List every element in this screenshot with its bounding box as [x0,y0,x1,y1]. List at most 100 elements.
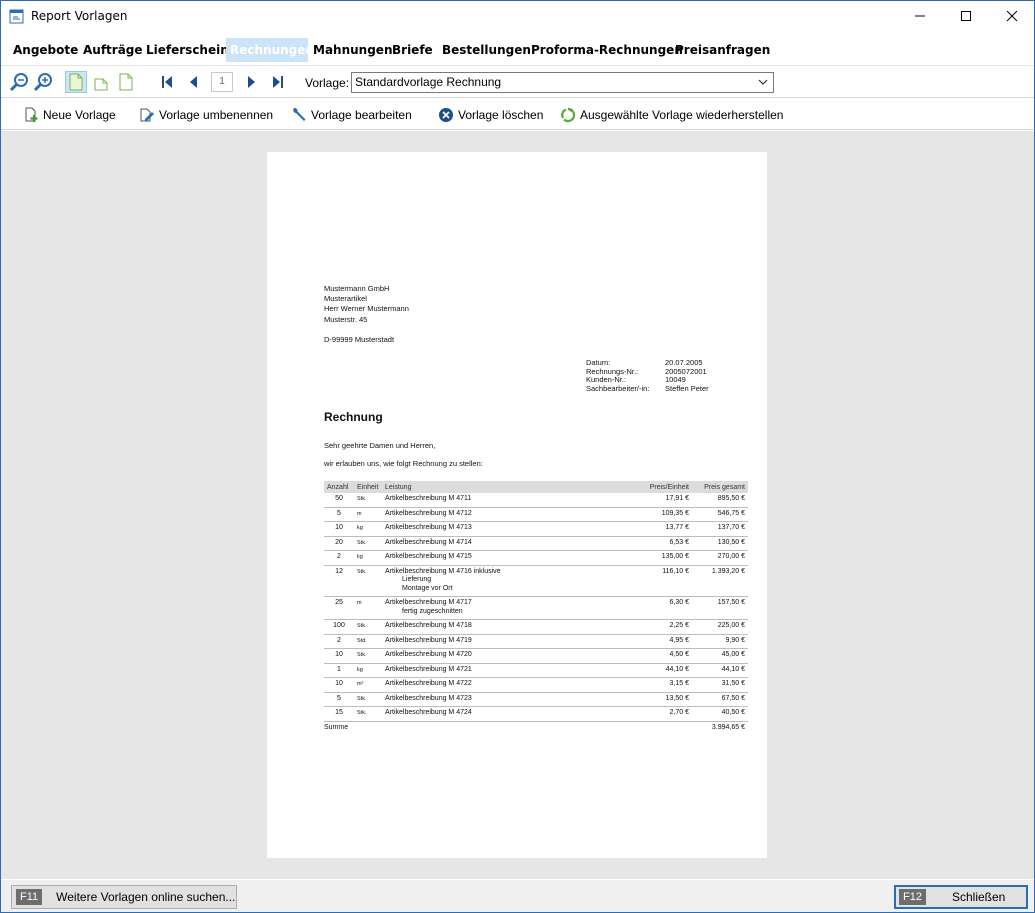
tab-mahnungen[interactable]: Mahnungen [309,38,396,62]
previous-page-button[interactable] [182,71,204,93]
item-total: 1.393,20 € [692,565,748,597]
item-qty: 20 [324,536,354,551]
minimize-button[interactable] [897,1,943,31]
zoom-out-button[interactable] [8,71,30,93]
delete-template-button[interactable]: Vorlage löschen [438,106,543,124]
rename-template-button[interactable]: Vorlage umbenennen [139,106,273,124]
last-page-button[interactable] [267,71,289,93]
close-label: Schließen [951,890,1006,904]
item-total: 67,50 € [692,692,748,707]
item-desc-line: Artikelbeschreibung M 4717 [385,599,472,606]
page-width-view-button[interactable] [115,71,137,93]
greeting: Sehr geehrte Damen und Herren, [324,441,436,450]
item-qty: 5 [324,692,354,707]
address-city: D-99999 Musterstadt [324,335,395,344]
f12-key-badge: F12 [899,889,926,905]
item-desc-line: Artikelbeschreibung M 4713 [385,524,472,531]
rename-icon [140,108,154,122]
table-row: 5 Stk. Artikelbeschreibung M 4723 13,50 €67… [324,692,748,707]
item-desc-line: Artikelbeschreibung M 4720 [385,651,472,658]
item-total: 130,50 € [692,536,748,551]
item-desc-line: Artikelbeschreibung M 4723 [385,694,472,702]
item-total: 45,00 € [692,648,748,664]
edit-template-label: Vorlage bearbeiten [311,108,412,122]
header-unit: Einheit [354,481,382,493]
item-price: 109,35 € [638,507,692,522]
close-window-button[interactable] [989,1,1034,31]
table-row: 20 Stk. Artikelbeschreibung M 4714 6,53 €13… [324,536,748,551]
table-row: 15 Stk. Artikelbeschreibung M 4724 2,70 €40… [324,706,748,722]
search-online-label: Weitere Vorlagen online suchen... [56,890,236,904]
table-row: 2 Std. Artikelbeschreibung M 4719 4,95 €9,9… [324,634,748,649]
header-total: Preis gesamt [692,481,748,493]
new-document-icon [25,107,38,122]
item-desc: Artikelbeschreibung M 4716 inklusive Lief… [382,565,638,597]
single-page-view-button[interactable] [65,71,87,93]
item-price: 13,77 € [638,521,692,537]
intro-text: wir erlauben uns, wie folgt Rechnung zu … [324,459,483,468]
item-total: 31,50 € [692,677,748,693]
page-icon [69,73,83,91]
tab-angebote[interactable]: Angebote [9,38,82,62]
item-unit: Stk. [354,536,382,551]
invoice-items-table: Anzahl Einheit Leistung Preis/Einheit Pr… [324,481,748,735]
sum-label: Summe [324,723,349,731]
item-desc-line: Montage vor Ort [402,584,453,592]
search-online-templates-button[interactable]: F11 Weitere Vorlagen online suchen... [11,885,237,909]
tab-rechnungen[interactable]: Rechnungen [226,38,314,62]
two-page-view-button[interactable] [90,71,112,93]
tab-briefe[interactable]: Briefe [388,38,437,62]
table-row: 10 Stk. Artikelbeschreibung M 4720 4,50 €45… [324,648,748,664]
item-price: 3,15 € [638,677,692,693]
recycle-icon [561,107,576,123]
item-unit: Stk. [354,692,382,707]
meta-key: Sachbearbeiter/-in: [586,383,650,393]
close-button[interactable]: F12 Schließen [894,885,1028,909]
meta-value: Steffen Peter [665,383,709,393]
tab-bestellungen[interactable]: Bestellungen [438,38,535,62]
table-row: 5 m Artikelbeschreibung M 4712 109,35 €546,… [324,507,748,522]
item-desc: Artikelbeschreibung M 4719 [382,634,638,649]
item-total: 44,10 € [692,663,748,678]
item-qty: 100 [324,619,354,635]
maximize-button[interactable] [943,1,989,31]
vorlage-select[interactable]: Standardvorlage Rechnung [351,72,774,93]
tab-preisanfragen[interactable]: Preisanfragen [671,38,774,62]
item-desc: Artikelbeschreibung M 4711 [382,493,638,508]
table-row: 1 kg Artikelbeschreibung M 4721 44,10 €44,1… [324,663,748,678]
item-total: 9,90 € [692,634,748,649]
next-page-button[interactable] [241,71,263,93]
item-total: 137,70 € [692,521,748,537]
report-preview-area[interactable]: Mustermann GmbH Musterartikel Herr Werne… [1,131,1034,879]
item-desc-line: Artikelbeschreibung M 4711 [385,495,472,502]
item-total: 225,00 € [692,619,748,635]
page-number-field[interactable]: 1 [211,72,233,92]
restore-template-button[interactable]: Ausgewählte Vorlage wiederherstellen [560,106,783,124]
zoom-in-icon [33,73,52,92]
item-qty: 10 [324,648,354,664]
invoice-meta: Datum: 20.07.2005 Rechnungs-Nr.: 200507200… [586,358,709,393]
app-icon [9,9,24,24]
item-unit: Stk. [354,619,382,635]
item-qty: 5 [324,507,354,522]
item-price: 135,00 € [638,550,692,566]
item-unit: kg [354,663,382,678]
first-page-button[interactable] [156,71,178,93]
close-icon [1006,10,1018,22]
edit-template-button[interactable]: Vorlage bearbeiten [291,106,412,124]
item-desc: Artikelbeschreibung M 4720 [382,648,638,664]
tab-proforma-rechnungen[interactable]: Proforma-Rechnungen [527,38,687,62]
footer-bar: F11 Weitere Vorlagen online suchen... F1… [1,880,1034,912]
item-desc: Artikelbeschreibung M 4722 [382,677,638,693]
address-line: Mustermann GmbH [324,284,390,293]
new-template-button[interactable]: Neue Vorlage [24,106,116,124]
table-header-row: Anzahl Einheit Leistung Preis/Einheit Pr… [324,481,748,493]
item-qty: 50 [324,493,354,508]
item-desc: Artikelbeschreibung M 4724 [382,706,638,722]
zoom-in-button[interactable] [32,71,54,93]
item-desc: Artikelbeschreibung M 4712 [382,507,638,522]
item-desc-line: Artikelbeschreibung M 4724 [385,709,472,716]
sum-row: Summe 3.994,65 € [324,721,748,735]
item-desc: Artikelbeschreibung M 4715 [382,550,638,566]
tab-auftraege[interactable]: Aufträge [79,38,147,62]
